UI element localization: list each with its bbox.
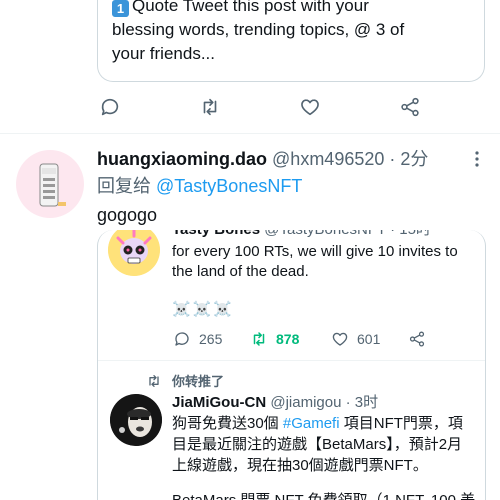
quoted-retweet-button[interactable]: 878 (250, 328, 299, 350)
quoted-tweet-text: for every 100 RTs, we will give 10 invit… (172, 243, 458, 280)
dog-avatar-image (110, 394, 162, 446)
hashtag-link[interactable]: #Gamefi (283, 415, 340, 432)
quoted-like-button[interactable]: 601 (331, 328, 380, 350)
user-handle[interactable]: @hxm496520 (272, 149, 384, 169)
quoted-user-handle[interactable]: @TastyBonesNFT · 15时 (264, 230, 431, 238)
user-name[interactable]: huangxiaoming.dao (97, 149, 267, 169)
quoted-user-name[interactable]: Tasty Bones (172, 230, 260, 238)
replying-to: 回复给 @TastyBonesNFT (97, 176, 303, 196)
share-icon (409, 331, 425, 347)
tweet-time[interactable]: · 2分 (389, 149, 428, 169)
inner-tweet-header: JiaMiGou-CN @jiamigou · 3时 (172, 393, 378, 413)
keycap-one-emoji: 1 (112, 0, 129, 17)
inner-tweet-text: 狗哥免費送30個 #Gamefi 項目NFT門票，項目是最近關注的遊戲【Beta… (172, 415, 463, 474)
retweet-icon (253, 332, 265, 346)
tweet-action-bar (0, 96, 500, 122)
previous-tweet-card[interactable]: 1 Quote Tweet this post with your blessin… (97, 0, 485, 82)
share-icon[interactable] (399, 96, 421, 118)
reply-icon (175, 332, 189, 346)
quoted-reply-button[interactable]: 265 (173, 328, 222, 350)
user-avatar-image (39, 163, 66, 207)
more-options-icon[interactable] (467, 147, 487, 171)
inner-avatar[interactable] (110, 394, 162, 446)
retweet-icon (149, 374, 159, 387)
retweeted-indicator: 你转推了 (146, 371, 224, 390)
retweet-count: 878 (276, 331, 300, 347)
avatar[interactable] (16, 150, 84, 218)
quoted-tweet-header: Tasty Bones @TastyBonesNFT · 15时 (172, 230, 431, 239)
reply-to-link[interactable]: @TastyBonesNFT (156, 176, 302, 196)
skull-avatar-image (108, 230, 160, 276)
previous-tweet-text: 1 Quote Tweet this post with your blessin… (112, 0, 405, 63)
quoted-action-bar: 265 878 601 (98, 328, 485, 352)
like-icon (332, 332, 348, 346)
tweet-header: huangxiaoming.dao @hxm496520 · 2分 (97, 147, 428, 171)
quoted-share-button[interactable] (408, 328, 434, 350)
skull-emojis: ☠️☠️☠️ (172, 301, 235, 318)
reply-count: 265 (199, 331, 223, 347)
reply-icon[interactable] (99, 96, 121, 118)
like-count: 601 (357, 331, 381, 347)
inner-user-handle[interactable]: @jiamigou · 3时 (270, 394, 378, 411)
quoted-divider (98, 360, 485, 361)
like-icon[interactable] (299, 96, 321, 118)
quoted-avatar[interactable] (108, 230, 160, 276)
tweet-divider (0, 133, 500, 134)
retweeted-label: 你转推了 (172, 374, 225, 389)
inner-user-name[interactable]: JiaMiGou-CN (172, 394, 266, 411)
inner-tweet-text-continued: BetaMars 門票 NFT 免費領取（1 NFT, 100 美 (172, 490, 475, 500)
quoted-tweet-card[interactable]: Tasty Bones @TastyBonesNFT · 15时 for eve… (97, 230, 486, 500)
tweet-text: gogogo (97, 205, 158, 225)
retweet-icon[interactable] (199, 96, 221, 118)
